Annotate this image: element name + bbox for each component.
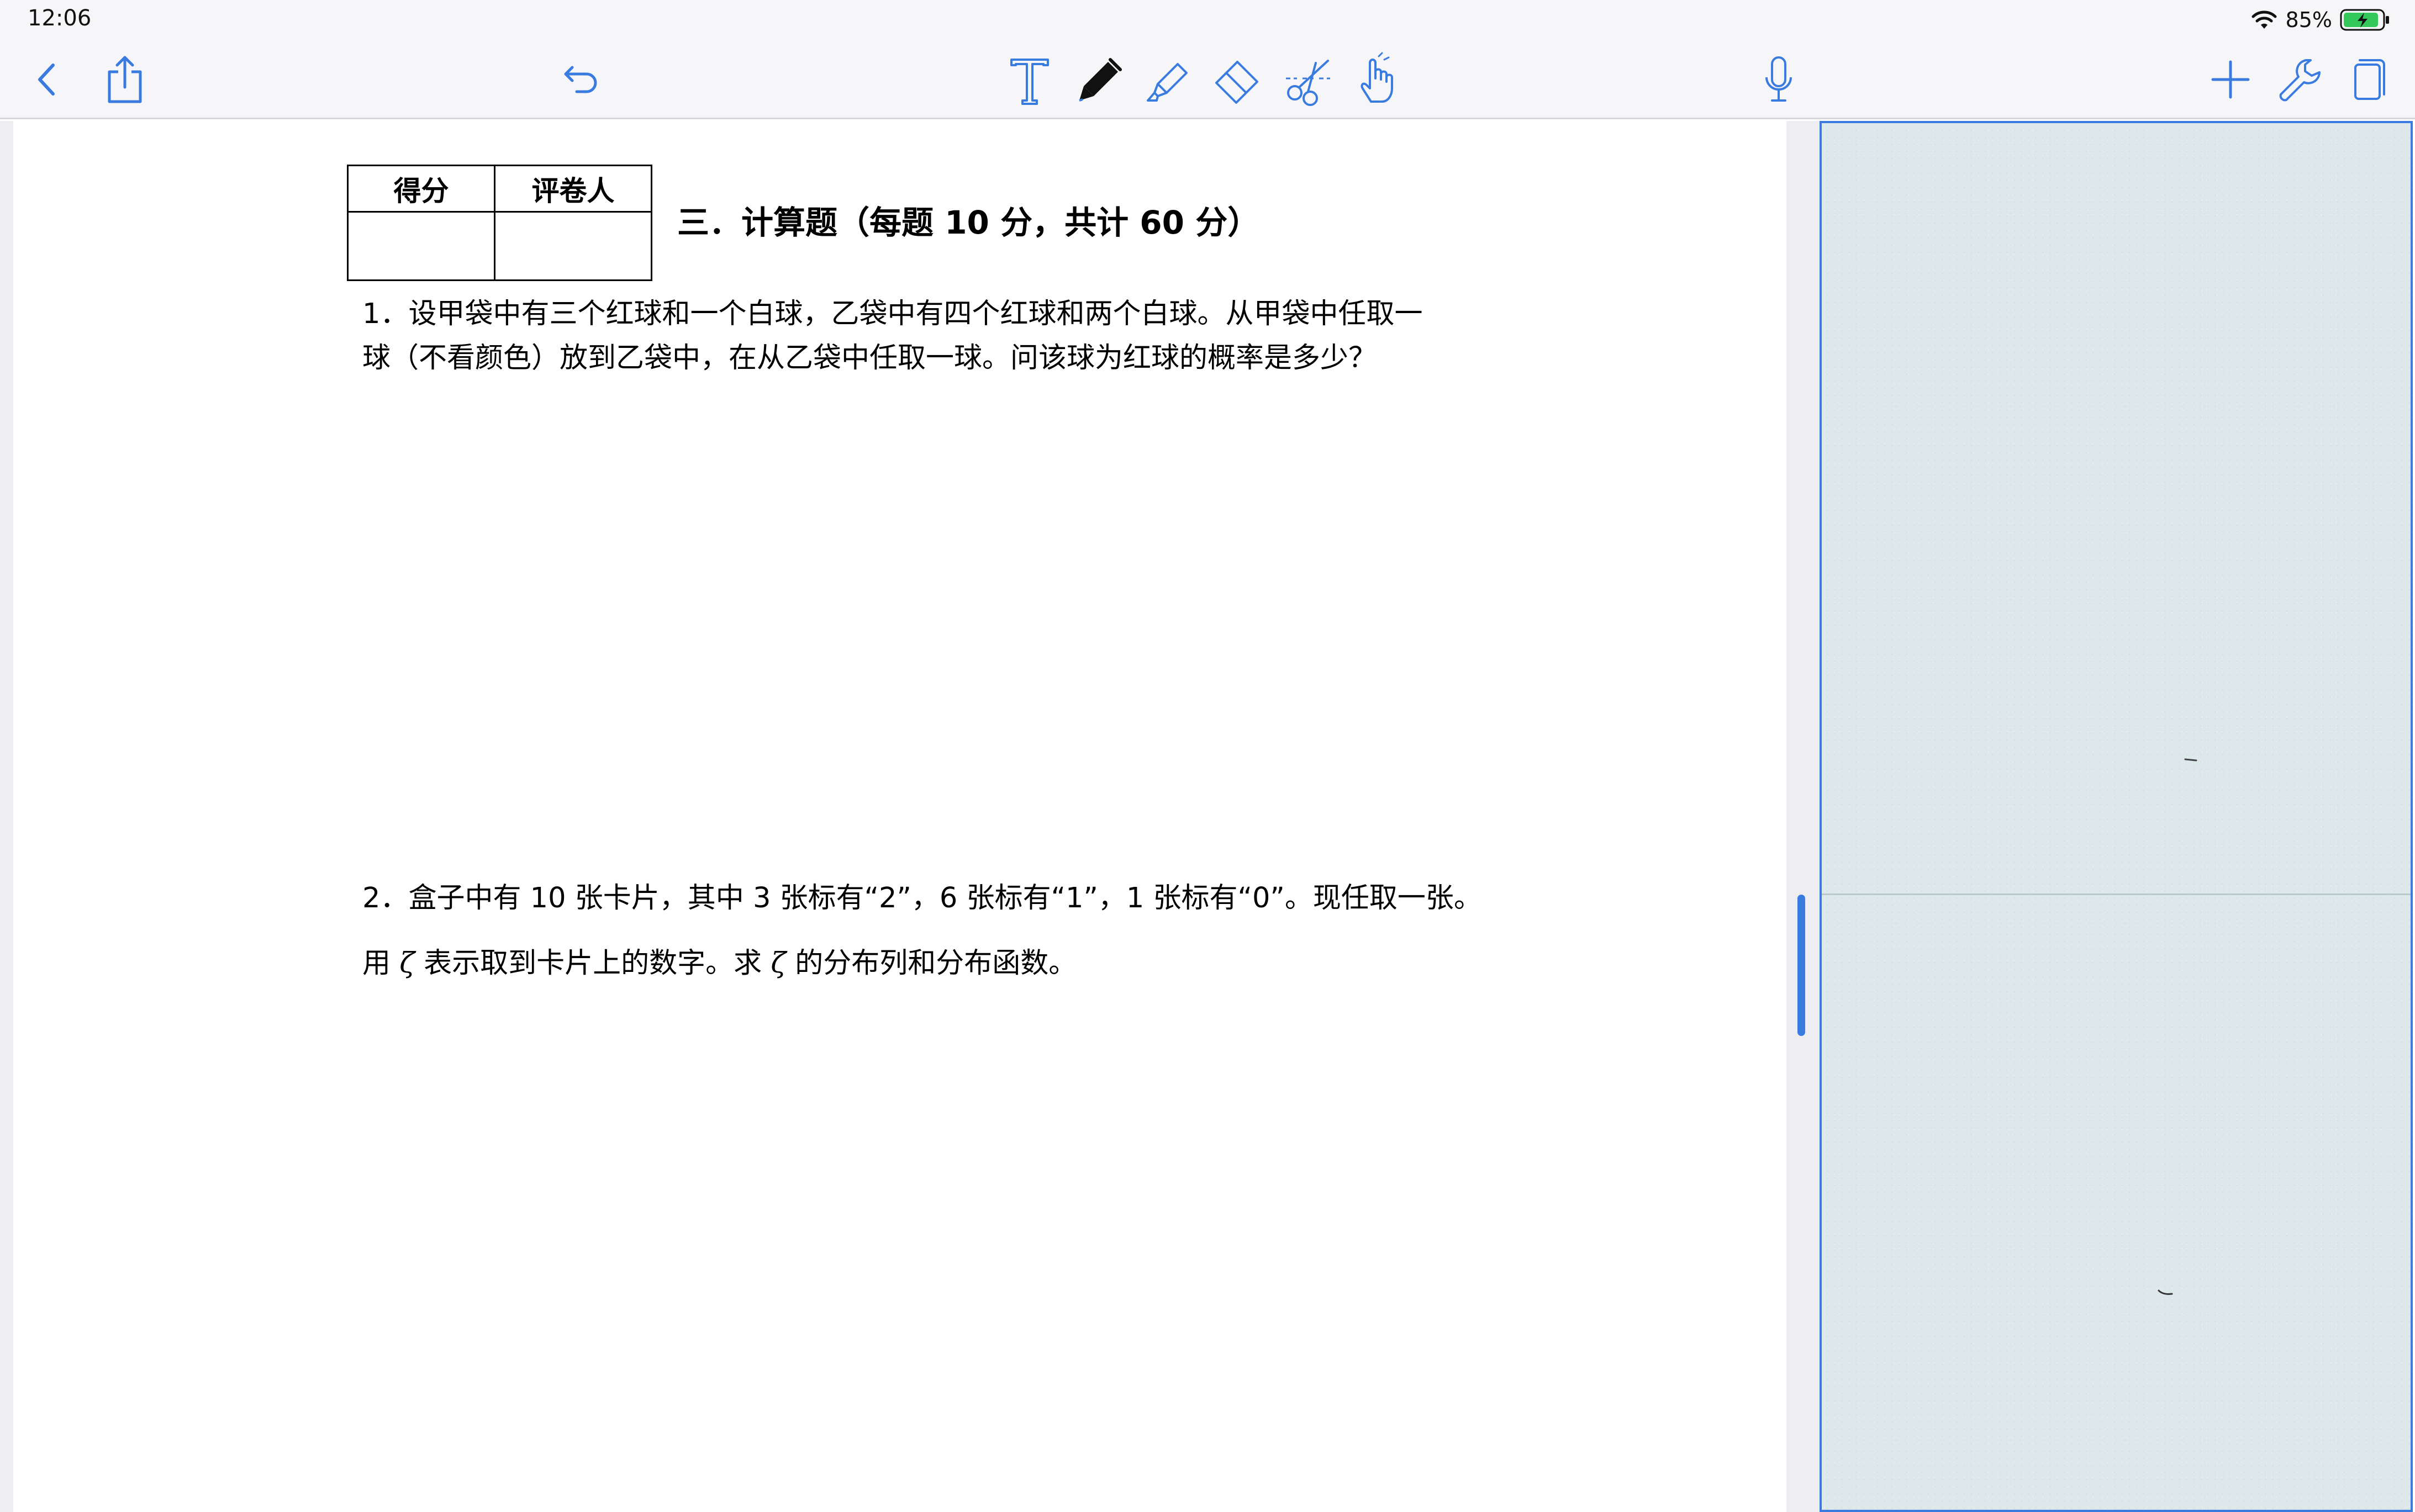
- section-title: 三．计算题（每题 10 分，共计 60 分）: [677, 204, 1260, 241]
- wrench-icon: [2279, 59, 2321, 102]
- highlighter-tool-icon: [1147, 63, 1188, 102]
- zeta-symbol: ζ: [399, 947, 415, 980]
- status-right-group: 85%: [2250, 4, 2391, 35]
- back-icon: [38, 64, 55, 96]
- grader-header: 评卷人: [494, 165, 652, 213]
- ink-mark: [2184, 758, 2197, 762]
- back-button[interactable]: [20, 52, 75, 107]
- status-time: 12:06: [28, 6, 92, 31]
- grader-cell: [494, 211, 652, 281]
- hand-tool-button[interactable]: [1349, 52, 1404, 107]
- page-gutter: [1786, 121, 1820, 1512]
- add-button[interactable]: [2203, 52, 2258, 107]
- share-icon: [108, 56, 142, 103]
- ink-mark: [2158, 1289, 2173, 1295]
- question-1-line-1: 1．设甲袋中有三个红球和一个白球，乙袋中有四个红球和两个白球。从甲袋中任取一: [362, 298, 1423, 330]
- battery-charging-icon: [2340, 9, 2389, 31]
- question-2-text-c: 的分布列和分布函数。: [795, 947, 1077, 980]
- pages-button[interactable]: [2340, 52, 2395, 107]
- pages-icon: [2354, 59, 2385, 100]
- microphone-button[interactable]: [1751, 52, 1806, 107]
- scissors-tool-button[interactable]: [1280, 52, 1336, 107]
- pen-tool-button[interactable]: [1072, 52, 1127, 107]
- question-2-line-2: 用 ζ 表示取到卡片上的数字。求 ζ 的分布列和分布函数。: [362, 940, 1077, 981]
- score-header: 得分: [347, 165, 495, 213]
- undo-button[interactable]: [549, 52, 604, 107]
- question-1-line-2: 球（不看颜色）放到乙袋中，在从乙袋中任取一球。问该球为红球的概率是多少？: [362, 342, 1377, 374]
- hand-tool-icon: [1361, 52, 1393, 103]
- score-table: 得分 评卷人: [347, 165, 652, 281]
- text-tool-button[interactable]: [1002, 52, 1057, 107]
- highlighter-tool-button[interactable]: [1141, 52, 1196, 107]
- status-bar: 12:06 85%: [0, 0, 2415, 40]
- text-tool-icon: [1010, 59, 1049, 105]
- scratch-page-divider: [1822, 894, 2411, 895]
- battery-percent: 85%: [2285, 8, 2332, 32]
- scissors-tool-icon: [1286, 60, 1330, 106]
- scratch-page[interactable]: [1820, 121, 2413, 1512]
- vertical-scrollbar[interactable]: [1797, 895, 1805, 1036]
- toolbar: [0, 40, 2415, 119]
- eraser-tool-icon: [1215, 61, 1258, 104]
- question-2-text-b: 表示取到卡片上的数字。求: [424, 947, 762, 980]
- undo-icon: [564, 66, 597, 93]
- microphone-icon: [1765, 56, 1792, 102]
- add-icon: [2211, 60, 2250, 99]
- question-2-line-1: 2．盒子中有 10 张卡片，其中 3 张标有“2”，6 张标有“1”，1 张标有…: [362, 882, 1482, 914]
- score-cell: [347, 211, 495, 281]
- wifi-icon: [2251, 10, 2277, 29]
- eraser-tool-button[interactable]: [1210, 52, 1265, 107]
- settings-wrench-button[interactable]: [2271, 52, 2327, 107]
- question-2-text-a: 用: [362, 947, 391, 980]
- share-button[interactable]: [97, 52, 152, 107]
- zeta-symbol: ζ: [771, 947, 786, 980]
- pen-tool-icon: [1079, 58, 1122, 102]
- left-gutter: [0, 121, 13, 1512]
